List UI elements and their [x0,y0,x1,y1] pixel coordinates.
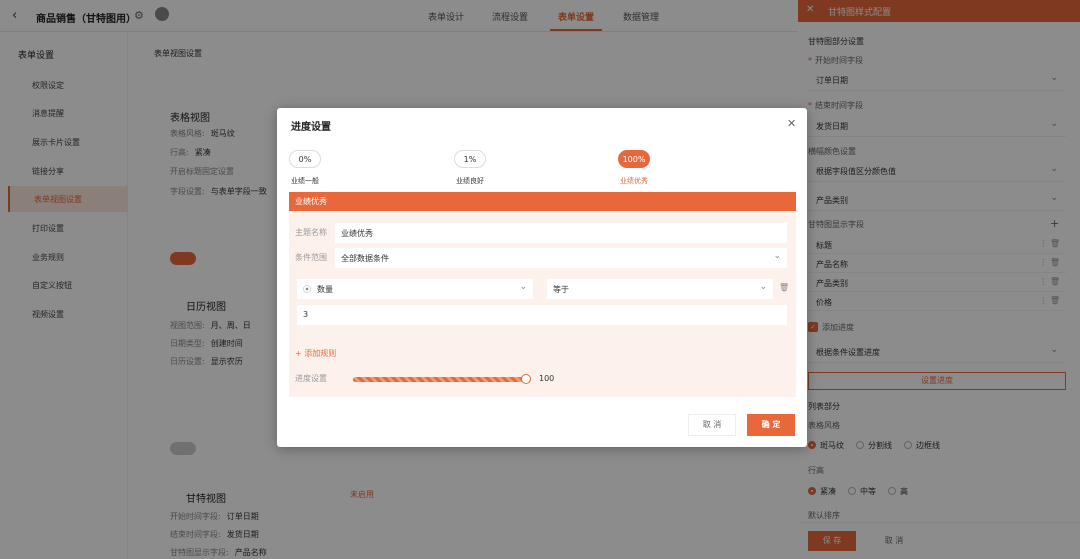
progress-settings-dialog: 进度设置 ✕ 0% 业绩一般 1% 业绩良好 100% 业绩优秀 业绩优秀 主题… [277,108,807,447]
theme-name-input[interactable]: 业绩优秀 [335,223,787,243]
rule-editor: 主题名称 业绩优秀 条件范围 全部数据条件 ⌄ ⦿ 数量 ⌄ 等于 ⌄ 🗑 3 + 添加… [289,211,796,397]
chevron-down-icon: ⌄ [519,282,527,292]
theme-name-label: 主题名称 [295,228,327,237]
progress-setting-label: 进度设置 [295,374,327,383]
dialog-cancel-button[interactable]: 取 消 [688,414,736,436]
condition-field-select[interactable]: ⦿ 数量 ⌄ [297,279,533,299]
condition-value-input[interactable]: 3 [297,305,787,325]
dialog-confirm-button[interactable]: 确 定 [747,414,795,436]
chevron-down-icon: ⌄ [759,282,767,292]
progress-step-2[interactable]: 100% [618,150,650,168]
condition-range-select[interactable]: 全部数据条件 ⌄ [335,248,787,268]
progress-step-label: 业绩优秀 [620,177,648,185]
plus-icon: + [295,349,305,358]
close-icon[interactable]: ✕ [787,117,796,130]
chevron-down-icon: ⌄ [773,251,781,261]
dialog-title: 进度设置 [291,122,331,133]
app-root: ‹ 商品销售（甘特图用） ⚙ 表单设计 流程设置 表单设置 数据管理 表单设置 … [0,0,1080,559]
progress-slider-track[interactable] [353,377,525,382]
progress-slider-handle[interactable] [521,374,531,384]
active-step-bar: 业绩优秀 [289,192,796,211]
progress-step-1[interactable]: 1% [454,150,486,168]
condition-operator-select[interactable]: 等于 ⌄ [547,279,773,299]
delete-condition-icon[interactable]: 🗑 [779,283,789,292]
progress-step-label: 业绩良好 [456,177,484,185]
progress-slider-value: 100 [539,374,555,383]
condition-range-label: 条件范围 [295,253,327,262]
field-type-icon: ⦿ [303,285,311,294]
progress-step-label: 业绩一般 [291,177,319,185]
add-rule-link[interactable]: + 添加规则 [295,348,336,359]
progress-step-0[interactable]: 0% [289,150,321,168]
